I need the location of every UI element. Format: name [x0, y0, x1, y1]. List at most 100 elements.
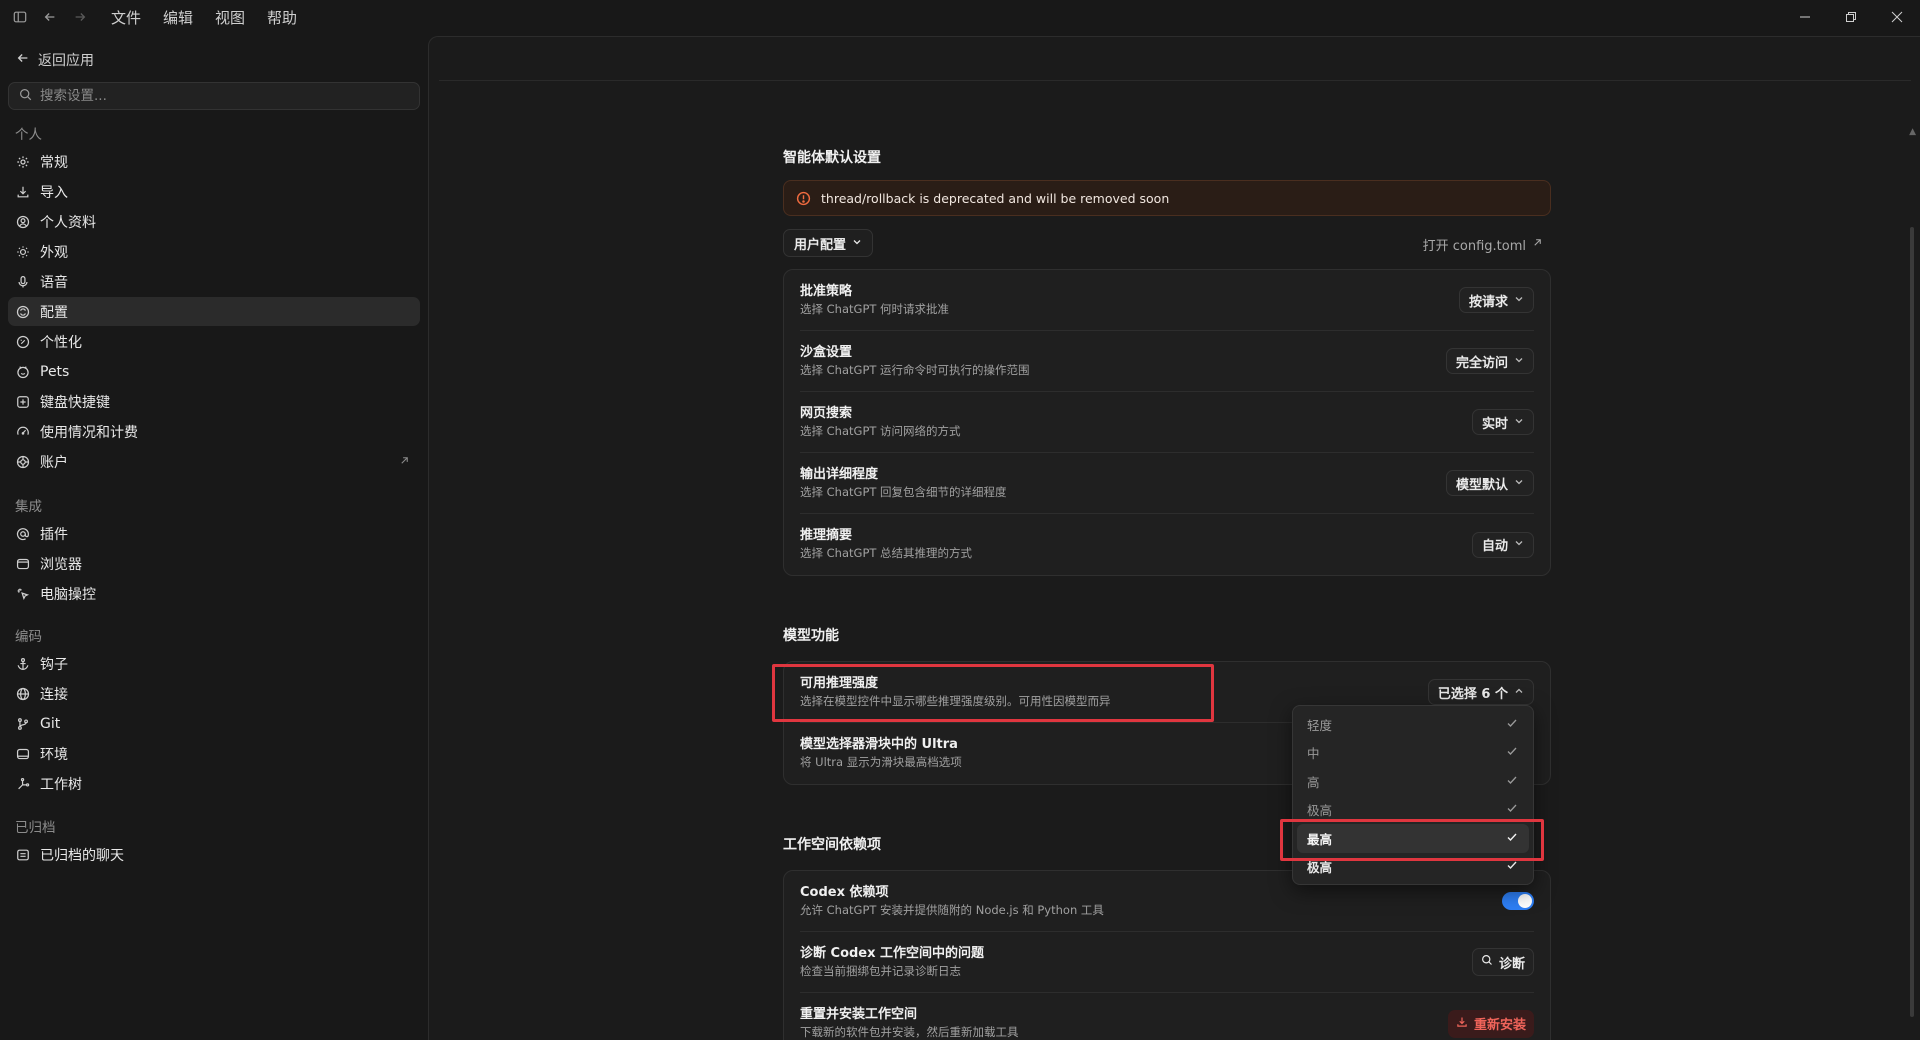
setting-title: 输出详细程度: [800, 466, 879, 482]
sidebar-toggle-icon[interactable]: [12, 9, 28, 25]
gauge-icon: [16, 425, 30, 439]
open-config-link[interactable]: 打开 config.toml: [1423, 235, 1543, 254]
cursor-icon: [16, 587, 30, 601]
workspace-deps-heading: 工作空间依赖项: [783, 837, 881, 853]
dropdown-value: 完全访问: [1455, 355, 1508, 371]
minimize-button[interactable]: [1782, 0, 1828, 34]
sidebar-item-appearance[interactable]: 外观: [8, 237, 420, 266]
dropdown-value: 自动: [1481, 539, 1508, 554]
dropdown-value: 按请求: [1468, 294, 1508, 310]
scroll-up-arrow-icon[interactable]: ▲: [1909, 127, 1916, 137]
gear-icon: [16, 155, 30, 169]
sidebar-item-import[interactable]: 导入: [8, 177, 420, 206]
reasoning-summary-dropdown[interactable]: 自动: [1471, 531, 1534, 558]
codex-deps-toggle[interactable]: [1502, 892, 1534, 910]
back-to-app-link[interactable]: 返回应用: [16, 50, 94, 70]
reasoning-option-medium[interactable]: 中: [1297, 739, 1529, 768]
chevron-up-icon: [1514, 685, 1524, 700]
sidebar-item-label: 配置: [40, 304, 68, 321]
sidebar-item-label: 常规: [40, 154, 68, 171]
dropdown-value: 实时: [1481, 416, 1508, 432]
sidebar-item-archived-chats[interactable]: 已归档的聊天: [8, 840, 420, 869]
warning-icon: [796, 191, 811, 206]
reasoning-levels-dropdown[interactable]: 已选择 6 个: [1427, 679, 1534, 705]
setting-description: 选择 ChatGPT 访问网络的方式: [800, 423, 961, 438]
chevron-down-icon: [1514, 476, 1524, 491]
sandbox-dropdown[interactable]: 完全访问: [1445, 348, 1534, 374]
sidebar-item-general[interactable]: 常规: [8, 147, 420, 176]
archive-icon: [16, 848, 30, 862]
setting-row-sandbox: 沙盒设置 选择 ChatGPT 运行命令时可执行的操作范围 完全访问: [800, 331, 1534, 392]
account-icon: [16, 455, 30, 469]
menu-help[interactable]: 帮助: [267, 7, 297, 28]
diagnose-button[interactable]: 诊断: [1471, 948, 1534, 976]
search-input[interactable]: [40, 88, 400, 104]
approval-policy-dropdown[interactable]: 按请求: [1458, 287, 1534, 313]
open-config-label: 打开 config.toml: [1422, 239, 1526, 254]
chevron-down-icon: [1514, 354, 1524, 369]
window-controls: [1782, 0, 1920, 34]
personalize-icon: [16, 335, 30, 349]
reasoning-option-high[interactable]: 高: [1297, 767, 1529, 796]
section-title: 个人: [15, 127, 42, 143]
deprecation-banner: thread/rollback is deprecated and will b…: [783, 180, 1551, 216]
sidebar-item-environment[interactable]: 环境: [8, 739, 420, 768]
sidebar-item-personalize[interactable]: 个性化: [8, 327, 420, 356]
sidebar-item-account[interactable]: 账户: [8, 447, 420, 476]
sidebar-item-label: 导入: [40, 184, 68, 201]
checkmark-icon: [1506, 802, 1518, 817]
dropdown-value: 已选择 6 个: [1437, 686, 1508, 702]
verbosity-dropdown[interactable]: 模型默认: [1445, 470, 1534, 496]
close-button[interactable]: [1874, 0, 1920, 34]
sidebar-item-pets[interactable]: Pets: [8, 357, 420, 386]
reasoning-option-light[interactable]: 轻度: [1297, 710, 1529, 739]
header-divider: [439, 80, 1911, 81]
sidebar-item-hooks[interactable]: 钩子: [8, 649, 420, 678]
settings-search[interactable]: [8, 82, 420, 110]
reinstall-button[interactable]: 重新安装: [1447, 1009, 1534, 1038]
sidebar: 返回应用 个人 常规 导入 个人资料 外观 语音 配置: [0, 34, 428, 1040]
anchor-icon: [16, 657, 30, 671]
setting-row-approval: 批准策略 选择 ChatGPT 何时请求批准 按请求: [800, 270, 1534, 331]
forward-arrow-icon[interactable]: [72, 9, 88, 25]
profile-dropdown[interactable]: 用户配置: [783, 229, 874, 257]
menu-edit[interactable]: 编辑: [163, 7, 193, 28]
nav-section-integrations: 集成 插件 浏览器 电脑操控: [8, 495, 420, 609]
sidebar-item-git[interactable]: Git: [8, 709, 420, 738]
sidebar-item-config[interactable]: 配置: [8, 297, 420, 326]
at-icon: [16, 527, 30, 541]
sidebar-item-label: 使用情况和计费: [40, 424, 138, 441]
chevron-down-icon: [852, 236, 862, 251]
setting-title: 沙盒设置: [800, 344, 853, 360]
keyboard-icon: [16, 395, 30, 409]
restore-button[interactable]: [1828, 0, 1874, 34]
setting-title: 网页搜索: [800, 405, 853, 421]
sidebar-item-computer-use[interactable]: 电脑操控: [8, 579, 420, 608]
sidebar-item-connections[interactable]: 连接: [8, 679, 420, 708]
profile-icon: [16, 215, 30, 229]
menu-file[interactable]: 文件: [111, 7, 141, 28]
back-arrow-icon[interactable]: [42, 9, 58, 25]
mic-icon: [16, 275, 30, 289]
sidebar-item-label: 连接: [40, 686, 68, 703]
menu-view[interactable]: 视图: [215, 7, 245, 28]
pets-icon: [16, 365, 30, 379]
web-search-dropdown[interactable]: 实时: [1471, 409, 1534, 435]
sidebar-item-browser[interactable]: 浏览器: [8, 549, 420, 578]
sidebar-item-profile[interactable]: 个人资料: [8, 207, 420, 236]
scrollbar[interactable]: [1910, 227, 1914, 1017]
sidebar-item-voice[interactable]: 语音: [8, 267, 420, 296]
profile-dropdown-label: 用户配置: [794, 237, 847, 253]
setting-row-web-search: 网页搜索 选择 ChatGPT 访问网络的方式 实时: [800, 392, 1534, 453]
checkmark-icon: [1506, 717, 1518, 732]
sidebar-item-worktree[interactable]: 工作树: [8, 769, 420, 798]
section-title: 已归档: [15, 820, 56, 836]
sidebar-item-usage-billing[interactable]: 使用情况和计费: [8, 417, 420, 446]
sidebar-item-plugins[interactable]: 插件: [8, 519, 420, 548]
section-title: 集成: [15, 499, 42, 515]
checkmark-icon: [1506, 774, 1518, 789]
globe-icon: [16, 687, 30, 701]
sidebar-item-shortcuts[interactable]: 键盘快捷键: [8, 387, 420, 416]
setting-description: 允许 ChatGPT 安装并提供随附的 Node.js 和 Python 工具: [800, 902, 1104, 917]
agent-defaults-heading: 智能体默认设置: [783, 150, 881, 166]
